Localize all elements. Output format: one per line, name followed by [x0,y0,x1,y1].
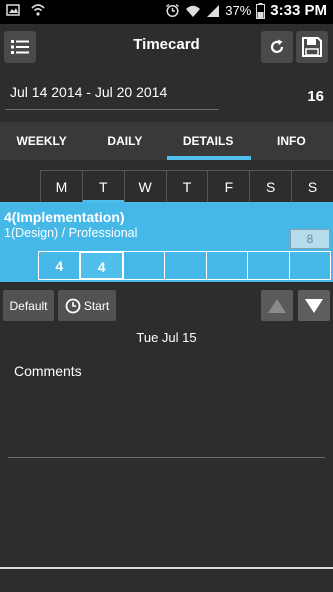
hours-cell-monday[interactable]: 4 [38,251,81,280]
clock-icon [65,298,81,313]
day-tuesday[interactable]: T [81,171,124,203]
save-icon [302,37,322,57]
default-button[interactable]: Default [3,290,54,321]
wifi-hotspot-icon [31,4,45,16]
start-timer-button[interactable]: Start [58,290,116,321]
hours-cell-wednesday[interactable] [122,251,166,280]
move-up-button[interactable] [261,290,293,321]
hours-cell-tuesday[interactable]: 4 [79,251,124,280]
comments-underline [8,457,325,458]
hours-cell-sunday[interactable] [288,251,331,280]
project-subtitle: 1(Design) / Professional [4,226,138,240]
day-sunday[interactable]: S [291,171,333,203]
wifi-icon [186,5,201,17]
project-total-hours: 8 [290,229,330,249]
hours-cell-saturday[interactable] [247,251,290,280]
day-friday[interactable]: F [207,171,249,203]
signal-icon [207,4,220,17]
hours-row: 4 4 [38,251,331,280]
day-wednesday[interactable]: W [123,171,166,203]
save-button[interactable] [296,31,328,63]
weekday-header: M T W T F S S [40,170,333,203]
action-bar: Timecard [0,24,333,70]
date-range-selector[interactable]: Jul 14 2014 - Jul 20 2014 [10,84,167,100]
start-button-label: Start [83,298,110,313]
image-notification-icon [6,4,20,16]
tab-info[interactable]: INFO [250,122,333,160]
bottom-divider [0,567,333,569]
project-title: 4(Implementation) [4,209,125,225]
day-monday[interactable]: M [40,171,82,203]
hours-cell-friday[interactable] [205,251,249,280]
tab-weekly[interactable]: WEEKLY [0,122,83,160]
day-saturday[interactable]: S [249,171,291,203]
date-range-underline [5,109,219,110]
tab-daily[interactable]: DAILY [83,122,166,160]
day-thursday[interactable]: T [165,171,208,203]
status-left [6,3,46,17]
status-time: 3:33 PM [270,2,327,19]
tab-details[interactable]: DETAILS [166,122,251,160]
triangle-down-icon [305,298,323,313]
project-row[interactable]: 4(Implementation) 1(Design) / Profession… [0,202,333,282]
tab-bar: WEEKLY DAILY DETAILS INFO [0,122,333,160]
hours-cell-thursday[interactable] [164,251,207,280]
refresh-icon [270,39,284,53]
comments-field[interactable]: Comments [14,363,82,379]
battery-icon [256,2,266,19]
status-right: 37% 3:33 PM [165,2,327,19]
status-bar: 37% 3:33 PM [0,0,333,24]
triangle-up-icon [268,298,286,313]
battery-percent: 37% [225,3,252,18]
selected-date: Tue Jul 15 [136,330,197,345]
move-down-button[interactable] [298,290,330,321]
default-button-label: Default [9,298,48,313]
total-hours: 16 [307,88,324,105]
refresh-button[interactable] [261,31,293,63]
alarm-icon [166,3,180,18]
